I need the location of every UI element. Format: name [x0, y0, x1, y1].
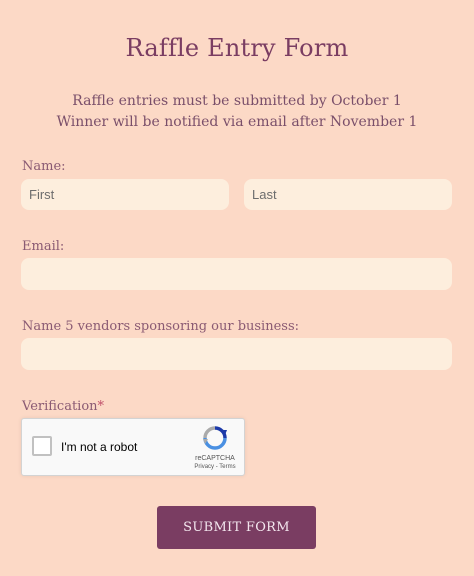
- recaptcha-privacy-terms-links[interactable]: Privacy - Terms: [182, 464, 248, 470]
- last-name-input[interactable]: [244, 179, 452, 210]
- submit-button[interactable]: SUBMIT FORM: [157, 506, 316, 549]
- form-subtitle-deadline: Raffle entries must be submitted by Octo…: [72, 93, 402, 109]
- recaptcha-brand: reCAPTCHA: [195, 455, 235, 462]
- vendors-label: Name 5 vendors sponsoring our business:: [22, 319, 300, 334]
- form-subtitle-notification: Winner will be notified via email after …: [56, 114, 418, 130]
- form-title: Raffle Entry Form: [125, 34, 349, 62]
- required-mark: *: [97, 399, 105, 414]
- recaptcha-label: I'm not a robot: [61, 440, 138, 454]
- recaptcha-logo-icon: [203, 426, 227, 450]
- verification-label-text: Verification: [22, 399, 98, 414]
- first-name-input[interactable]: [21, 179, 229, 210]
- vendors-input[interactable]: [21, 338, 452, 370]
- email-input[interactable]: [21, 258, 452, 290]
- recaptcha-widget: I'm not a robot reCAPTCHA Privacy - Term…: [21, 418, 245, 476]
- verification-label: Verification*: [22, 399, 104, 414]
- name-label: Name:: [22, 159, 66, 174]
- email-label: Email:: [22, 239, 65, 254]
- recaptcha-checkbox[interactable]: [32, 436, 52, 456]
